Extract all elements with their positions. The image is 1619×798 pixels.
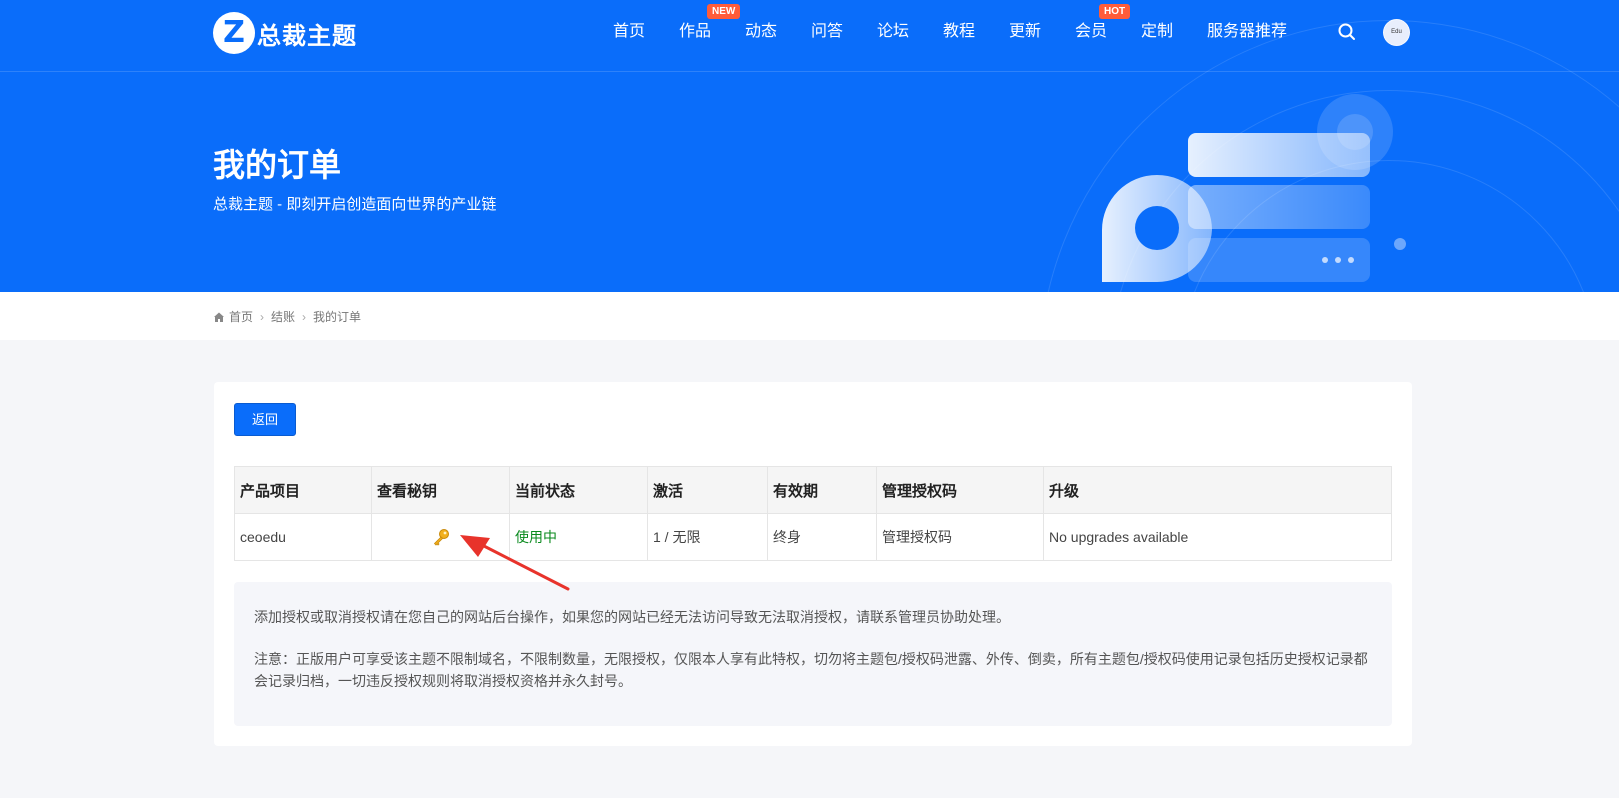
nav-item-activity[interactable]: 动态 — [745, 0, 811, 64]
table-header-row: 产品项目 查看秘钥 当前状态 激活 有效期 管理授权码 升级 — [234, 466, 1392, 514]
product-name: ceoedu — [234, 513, 372, 561]
main-nav: 首页 作品 NEW 动态 问答 论坛 教程 更新 会员 HOT 定制 服务器推荐 — [613, 0, 1307, 64]
nav-item-servers[interactable]: 服务器推荐 — [1207, 0, 1307, 64]
search-icon[interactable] — [1337, 22, 1357, 42]
chevron-right-icon: › — [260, 309, 265, 324]
orders-card: 返回 产品项目 查看秘钥 当前状态 激活 有效期 管理授权码 升级 ceoedu — [214, 382, 1412, 746]
site-logo[interactable]: Z 总裁主题 — [213, 12, 357, 54]
logo-mark: Z — [213, 12, 255, 54]
back-button[interactable]: 返回 — [234, 403, 296, 436]
upgrade-info: No upgrades available — [1043, 513, 1392, 561]
col-status: 当前状态 — [509, 466, 648, 514]
col-activation: 激活 — [647, 466, 768, 514]
validity-period: 终身 — [767, 513, 877, 561]
hot-badge: HOT — [1099, 4, 1131, 19]
breadcrumb-bar: 首页 › 结账 › 我的订单 — [0, 292, 1619, 340]
col-upgrade: 升级 — [1043, 466, 1392, 514]
nav-item-tutorials[interactable]: 教程 — [943, 0, 1009, 64]
top-navbar: Z 总裁主题 首页 作品 NEW 动态 问答 论坛 教程 更新 会员 HOT 定制 … — [0, 0, 1619, 72]
nav-item-home[interactable]: 首页 — [613, 0, 679, 64]
manage-license-link[interactable]: 管理授权码 — [876, 513, 1044, 561]
nav-item-qa[interactable]: 问答 — [811, 0, 877, 64]
col-product: 产品项目 — [234, 466, 372, 514]
breadcrumb-home[interactable]: 首页 — [229, 308, 253, 325]
new-badge: NEW — [707, 4, 741, 19]
chevron-right-icon: › — [302, 309, 307, 324]
logo-text: 总裁主题 — [257, 20, 357, 50]
breadcrumb-checkout[interactable]: 结账 — [271, 308, 295, 325]
key-icon[interactable] — [432, 528, 450, 546]
notice-text-1: 添加授权或取消授权请在您自己的网站后台操作，如果您的网站已经无法访问导致无法取消… — [254, 609, 1010, 625]
hero-banner: Z 总裁主题 首页 作品 NEW 动态 问答 论坛 教程 更新 会员 HOT 定制 … — [0, 0, 1619, 292]
breadcrumb: 首页 › 结账 › 我的订单 — [213, 308, 361, 325]
col-view-key: 查看秘钥 — [371, 466, 510, 514]
license-table: 产品项目 查看秘钥 当前状态 激活 有效期 管理授权码 升级 ceoedu 使用… — [234, 466, 1392, 561]
col-manage: 管理授权码 — [876, 466, 1044, 514]
nav-item-works[interactable]: 作品 NEW — [679, 0, 745, 64]
server-illustration — [1102, 94, 1406, 283]
nav-item-updates[interactable]: 更新 — [1009, 0, 1075, 64]
notice-text-2: 注意：正版用户可享受该主题不限制域名，不限制数量，无限授权，仅限本人享有此特权，… — [254, 651, 1368, 689]
nav-item-membership[interactable]: 会员 HOT — [1075, 0, 1141, 64]
user-avatar[interactable]: Edu — [1383, 19, 1410, 46]
activation-count: 1 / 无限 — [647, 513, 768, 561]
page-title: 我的订单 — [213, 147, 342, 183]
license-notice: 添加授权或取消授权请在您自己的网站后台操作，如果您的网站已经无法访问导致无法取消… — [234, 582, 1392, 726]
col-validity: 有效期 — [767, 466, 877, 514]
home-icon — [214, 312, 224, 322]
nav-item-custom[interactable]: 定制 — [1141, 0, 1207, 64]
breadcrumb-current: 我的订单 — [313, 310, 362, 324]
nav-item-forum[interactable]: 论坛 — [877, 0, 943, 64]
annotation-arrow-icon — [460, 535, 570, 591]
table-row: ceoedu 使用中 1 / 无限 终身 管理授权码 No upgrades a… — [234, 513, 1392, 561]
page-subtitle: 总裁主题 - 即刻开启创造面向世界的产业链 — [213, 196, 497, 213]
